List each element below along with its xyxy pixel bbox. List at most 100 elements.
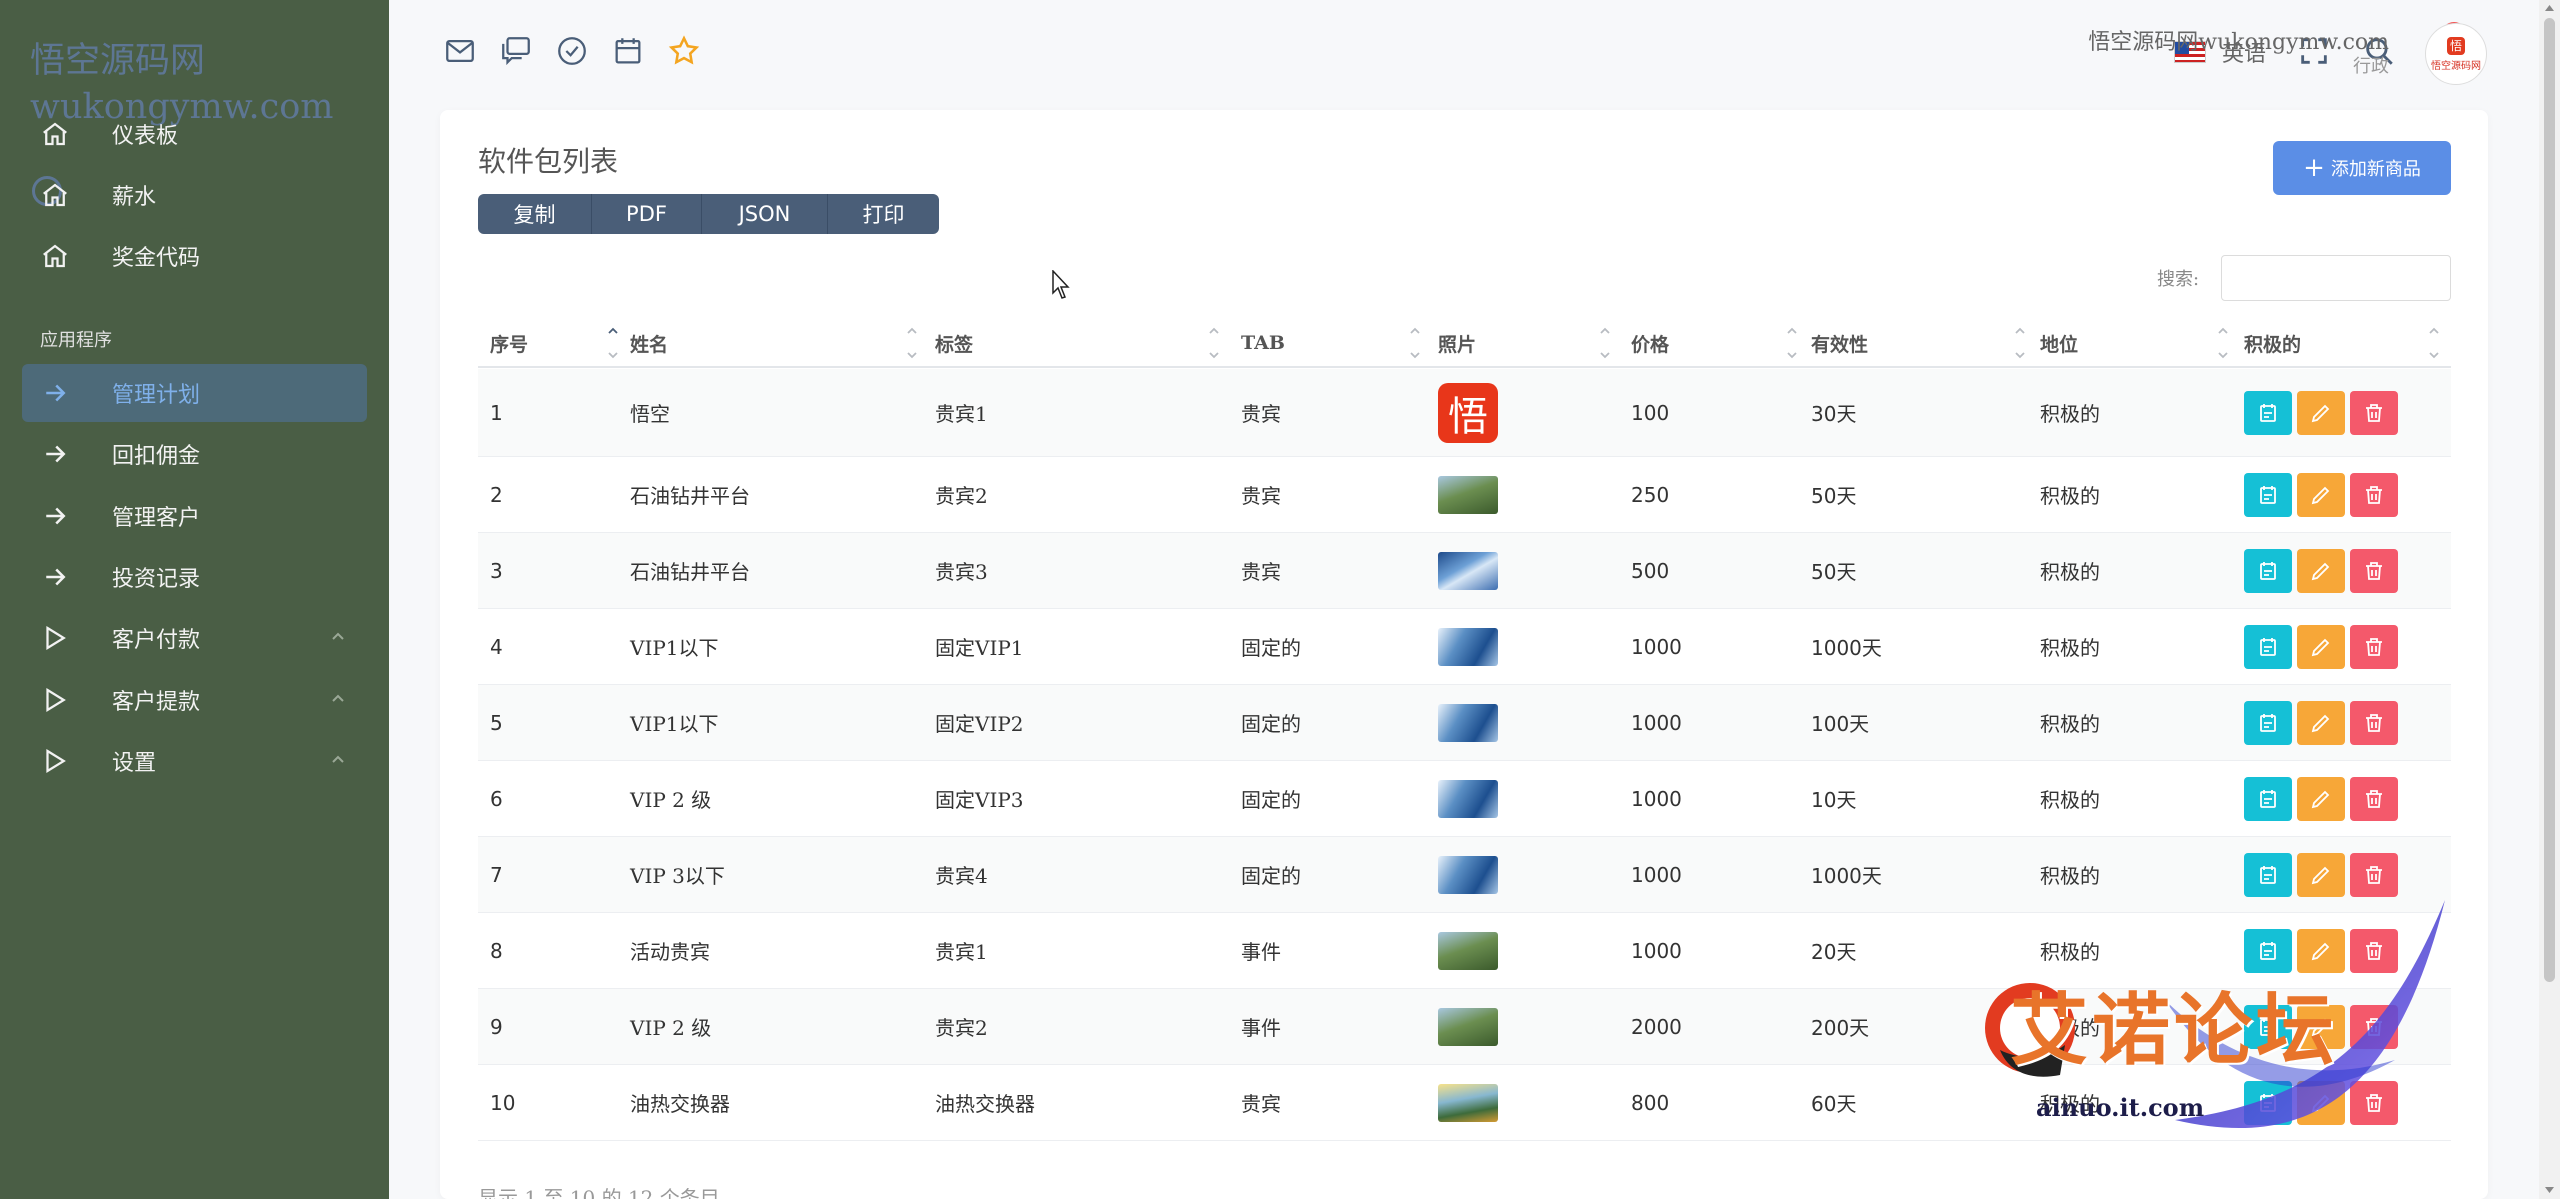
cell-name: VIP 2 级 [630,788,712,812]
sidebar-item-nav-apps-5[interactable]: 客户提款 [22,671,367,729]
column-header-label: 序号 [490,333,529,356]
sidebar-item-nav-apps-4[interactable]: 客户付款 [22,609,367,667]
cell-validity: 50天 [1811,560,1857,584]
view-button[interactable] [2244,852,2292,897]
view-button[interactable] [2244,776,2292,821]
cell-id: 5 [490,710,503,735]
sort-arrows-icon[interactable] [905,324,919,362]
scrollbar-thumb[interactable] [2544,18,2555,982]
column-header[interactable]: 地位 [2040,320,2078,366]
table-row: 4 VIP1以下 固定VIP1 固定的 1000 1000天 积极的 [478,609,2451,685]
actions-cell [2244,609,2403,684]
edit-button[interactable] [2297,700,2345,745]
delete-button[interactable] [2350,472,2398,517]
cell-tab: 贵宾 [1241,484,1281,508]
sidebar-item-nav-apps-3[interactable]: 投资记录 [22,548,367,606]
user-name[interactable]: 悟空源码网wukongymw.com [2088,24,2389,56]
json-button[interactable]: JSON [702,194,828,234]
sidebar-item-nav-top-1[interactable]: 薪水 [22,166,367,224]
edit-button[interactable] [2297,624,2345,669]
delete-button[interactable] [2350,852,2398,897]
sidebar-item-nav-apps-1[interactable]: 回扣佣金 [22,425,367,483]
sort-arrows-icon[interactable] [1207,324,1221,362]
view-button[interactable] [2244,624,2292,669]
column-header[interactable]: TAB [1241,320,1285,366]
sort-arrows-icon[interactable] [2013,324,2027,362]
cell-name: VIP 3以下 [630,864,725,888]
scroll-up-arrow-icon[interactable] [2544,4,2555,12]
cell-price: 2000 [1631,1014,1682,1039]
cell-status: 积极的 [2040,788,2100,812]
cell-tag: 贵宾2 [935,1016,988,1040]
delete-button[interactable] [2350,700,2398,745]
column-header[interactable]: 积极的 [2244,320,2301,366]
photo-cell [1438,609,1498,684]
cell-status: 积极的 [2040,712,2100,736]
edit-button[interactable] [2297,548,2345,593]
pencil-icon [2309,711,2333,735]
delete-button[interactable] [2350,548,2398,593]
view-button[interactable] [2244,548,2292,593]
search-input[interactable] [2221,255,2451,301]
page-title: 软件包列表 [478,145,619,178]
trash-icon [2362,711,2386,735]
sidebar-item-nav-top-2[interactable]: 奖金代码 [22,227,367,285]
delete-button[interactable] [2350,624,2398,669]
delete-button[interactable] [2350,390,2398,435]
pencil-icon [2309,401,2333,425]
sort-arrows-icon[interactable] [1408,324,1422,362]
mail-icon[interactable] [443,34,477,68]
sort-arrows-icon[interactable] [606,324,620,362]
calendar-icon [2256,559,2280,583]
chevron-up-icon[interactable] [329,627,347,645]
sidebar-item-nav-apps-6[interactable]: 设置 [22,732,367,790]
sidebar-item-label: 奖金代码 [112,246,201,271]
sort-arrows-icon[interactable] [2427,324,2441,362]
column-header[interactable]: 价格 [1631,320,1669,366]
column-header[interactable]: 姓名 [630,320,668,366]
cell-price: 1000 [1631,786,1682,811]
view-button[interactable] [2244,700,2292,745]
sidebar-item-nav-top-0[interactable]: 仪表板 [22,105,367,163]
view-button[interactable] [2244,472,2292,517]
edit-button[interactable] [2297,776,2345,821]
copy-button[interactable]: 复制 [478,194,592,234]
chat-icon[interactable] [499,34,533,68]
cell-name: 活动贵宾 [630,940,710,964]
column-header[interactable]: 照片 [1438,320,1476,366]
scroll-down-arrow-icon[interactable] [2544,1186,2555,1194]
page-scrollbar[interactable] [2539,0,2560,1199]
calendar-icon[interactable] [611,34,645,68]
print-button[interactable]: 打印 [828,194,939,234]
column-header-label: 标签 [935,333,974,356]
pdf-button[interactable]: PDF [592,194,702,234]
sort-arrows-icon[interactable] [2216,324,2230,362]
sidebar-item-nav-apps-0[interactable]: 管理计划 [22,364,367,422]
calendar-icon [2256,711,2280,735]
cell-name: VIP 2 级 [630,1016,712,1040]
column-header[interactable]: 序号 [490,320,528,366]
view-button[interactable] [2244,390,2292,435]
cell-validity: 60天 [1811,1092,1857,1116]
edit-button[interactable] [2297,852,2345,897]
sort-arrows-icon[interactable] [1598,324,1612,362]
edit-button[interactable] [2297,472,2345,517]
add-item-button[interactable]: + 添加新商品 [2273,141,2451,195]
cell-id: 10 [490,1090,516,1115]
edit-button[interactable] [2297,390,2345,435]
sort-arrows-icon[interactable] [1785,324,1799,362]
star-icon[interactable] [667,34,701,68]
column-header[interactable]: 标签 [935,320,973,366]
avatar[interactable]: 悟 悟空源码网 [2425,23,2487,85]
cell-price: 1000 [1631,862,1682,887]
chevron-up-icon[interactable] [329,689,347,707]
check-circle-icon[interactable] [555,34,589,68]
cell-tab: 固定的 [1241,788,1301,812]
chevron-up-icon[interactable] [329,750,347,768]
sidebar-item-label: 回扣佣金 [112,444,201,470]
column-header[interactable]: 有效性 [1811,320,1868,366]
sidebar-item-nav-apps-2[interactable]: 管理客户 [22,487,367,545]
delete-button[interactable] [2350,776,2398,821]
plus-icon: + [2303,153,2325,183]
trash-icon [2362,787,2386,811]
